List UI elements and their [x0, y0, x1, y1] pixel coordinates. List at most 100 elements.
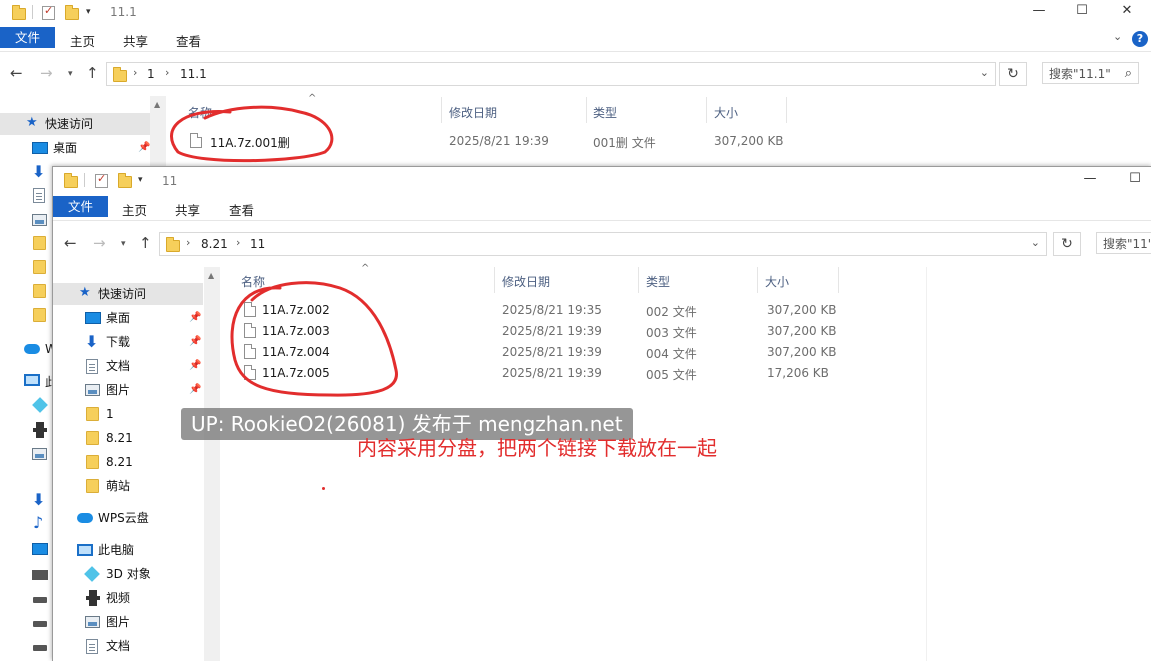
ribbon: 文件 主页 共享 查看 — [53, 193, 1151, 221]
tab-home[interactable]: 主页 — [70, 31, 95, 50]
address-bar[interactable]: › 8.21 › 11 ⌄ — [159, 232, 1047, 256]
nav-scrollbar[interactable]: ▲ — [204, 267, 220, 661]
picture-icon — [85, 616, 100, 628]
nav-wps-cloud[interactable]: WPS云盘 — [53, 507, 203, 529]
pin-icon[interactable]: 📌 — [138, 137, 150, 159]
column-header-name[interactable]: 名称 — [188, 104, 212, 121]
up-arrow-icon[interactable]: ↑ — [86, 64, 99, 82]
up-arrow-icon[interactable]: ↑ — [139, 234, 152, 252]
column-header-date[interactable]: 修改日期 — [502, 273, 550, 290]
maximize-button[interactable]: ☐ — [1067, 3, 1097, 18]
folder-icon — [64, 173, 78, 188]
help-icon[interactable]: ? — [1132, 31, 1148, 47]
divider — [786, 97, 787, 123]
file-name: 11A.7z.001删 — [210, 136, 290, 150]
address-bar[interactable]: › 1 › 11.1 ⌄ — [106, 62, 996, 86]
nav-pc-documents[interactable]: 文档 — [53, 635, 203, 657]
folder-icon — [86, 479, 99, 493]
nav-downloads[interactable]: ⬇ 下载 📌 — [53, 331, 203, 353]
refresh-button[interactable]: ↻ — [1053, 232, 1081, 256]
column-header-size[interactable]: 大小 — [714, 104, 738, 121]
file-type: 001删 文件 — [593, 136, 656, 150]
tab-file[interactable]: 文件 — [0, 27, 55, 48]
scroll-up-icon[interactable]: ▲ — [154, 100, 160, 109]
properties-icon[interactable] — [95, 172, 108, 188]
picture-icon — [32, 448, 47, 460]
computer-icon — [24, 374, 40, 386]
column-header-size[interactable]: 大小 — [765, 273, 789, 290]
minimize-button[interactable]: — — [1024, 3, 1054, 18]
nav-desktop[interactable]: 桌面 📌 — [0, 137, 150, 159]
customize-toolbar-icon[interactable]: ▾ — [86, 7, 91, 17]
table-row[interactable]: 11A.7z.002 2025/8/21 19:35 002 文件 307,20… — [241, 300, 861, 321]
document-icon — [33, 188, 45, 203]
breadcrumb-item[interactable]: 11 — [250, 237, 265, 251]
breadcrumb-item[interactable]: 11.1 — [180, 67, 207, 81]
breadcrumb-item[interactable]: 8.21 — [201, 237, 228, 251]
desktop-icon — [85, 312, 101, 324]
download-icon: ⬇ — [85, 332, 99, 351]
column-header-type[interactable]: 类型 — [593, 104, 617, 121]
back-arrow-icon[interactable]: ← — [10, 64, 23, 82]
table-row[interactable]: 11A.7z.003 2025/8/21 19:39 003 文件 307,20… — [241, 321, 861, 342]
nav-documents[interactable]: 文档 📌 — [53, 355, 203, 377]
tab-file[interactable]: 文件 — [53, 196, 108, 217]
minimize-button[interactable]: — — [1075, 171, 1105, 186]
recent-locations-icon[interactable]: ▾ — [121, 239, 126, 249]
file-size: 307,200 KB — [767, 345, 837, 359]
nav-pc-pictures[interactable]: 图片 — [53, 611, 203, 633]
new-folder-icon[interactable] — [118, 173, 132, 188]
nav-folder-8-21[interactable]: 8.21 — [53, 451, 203, 473]
nav-folder-mengzhan[interactable]: 萌站 — [53, 475, 203, 497]
column-header-type[interactable]: 类型 — [646, 273, 670, 290]
forward-arrow-icon[interactable]: → — [93, 234, 106, 252]
computer-icon — [77, 544, 93, 556]
download-icon: ⬇ — [32, 490, 46, 509]
tab-home[interactable]: 主页 — [122, 200, 147, 219]
table-row[interactable]: 11A.7z.005 2025/8/21 19:39 005 文件 17,206… — [241, 363, 861, 384]
close-button[interactable]: ✕ — [1112, 3, 1142, 18]
nav-pictures[interactable]: 图片 📌 — [53, 379, 203, 401]
drive-icon — [33, 621, 47, 627]
chevron-down-icon[interactable]: ⌄ — [980, 66, 989, 79]
search-input[interactable]: 搜索"11" — [1096, 232, 1151, 254]
nav-quick-access[interactable]: ★ 快速访问 — [53, 283, 203, 305]
new-folder-icon[interactable] — [65, 5, 79, 20]
back-arrow-icon[interactable]: ← — [64, 234, 77, 252]
ribbon: 文件 主页 共享 查看 ⌄ ? — [0, 24, 1151, 52]
column-header-name[interactable]: 名称 — [241, 273, 265, 290]
breadcrumb-item[interactable]: 1 — [147, 67, 155, 81]
nav-videos[interactable]: 视频 — [53, 587, 203, 609]
nav-quick-access[interactable]: ★ 快速访问 — [0, 113, 150, 135]
chevron-down-icon[interactable]: ⌄ — [1031, 236, 1040, 249]
file-icon — [244, 344, 256, 359]
table-row[interactable]: 11A.7z.001删 2025/8/21 19:39 001删 文件 307,… — [188, 131, 808, 152]
tab-view[interactable]: 查看 — [176, 31, 201, 50]
tab-view[interactable]: 查看 — [229, 200, 254, 219]
forward-arrow-icon[interactable]: → — [40, 64, 53, 82]
folder-icon — [113, 67, 127, 82]
pin-icon[interactable]: 📌 — [189, 331, 201, 353]
nav-desktop[interactable]: 桌面 📌 — [53, 307, 203, 329]
tab-share[interactable]: 共享 — [123, 31, 148, 50]
expand-ribbon-icon[interactable]: ⌄ — [1113, 30, 1122, 43]
properties-icon[interactable] — [42, 4, 55, 20]
refresh-button[interactable]: ↻ — [999, 62, 1027, 86]
column-header-date[interactable]: 修改日期 — [449, 104, 497, 121]
search-input[interactable]: 搜索"11.1" ⌕ — [1042, 62, 1139, 84]
tab-share[interactable]: 共享 — [175, 200, 200, 219]
drive-icon — [32, 570, 48, 580]
nav-this-pc[interactable]: 此电脑 — [53, 539, 203, 561]
recent-locations-icon[interactable]: ▾ — [68, 69, 73, 79]
cloud-icon — [24, 344, 40, 354]
pin-icon[interactable]: 📌 — [189, 355, 201, 377]
maximize-button[interactable]: ☐ — [1120, 171, 1150, 186]
scroll-up-icon[interactable]: ▲ — [208, 271, 214, 280]
drive-icon — [33, 597, 47, 603]
pin-icon[interactable]: 📌 — [189, 307, 201, 329]
pin-icon[interactable]: 📌 — [189, 379, 201, 401]
table-row[interactable]: 11A.7z.004 2025/8/21 19:39 004 文件 307,20… — [241, 342, 861, 363]
customize-toolbar-icon[interactable]: ▾ — [138, 175, 143, 185]
file-size: 17,206 KB — [767, 366, 829, 380]
nav-3d-objects[interactable]: 3D 对象 — [53, 563, 203, 585]
